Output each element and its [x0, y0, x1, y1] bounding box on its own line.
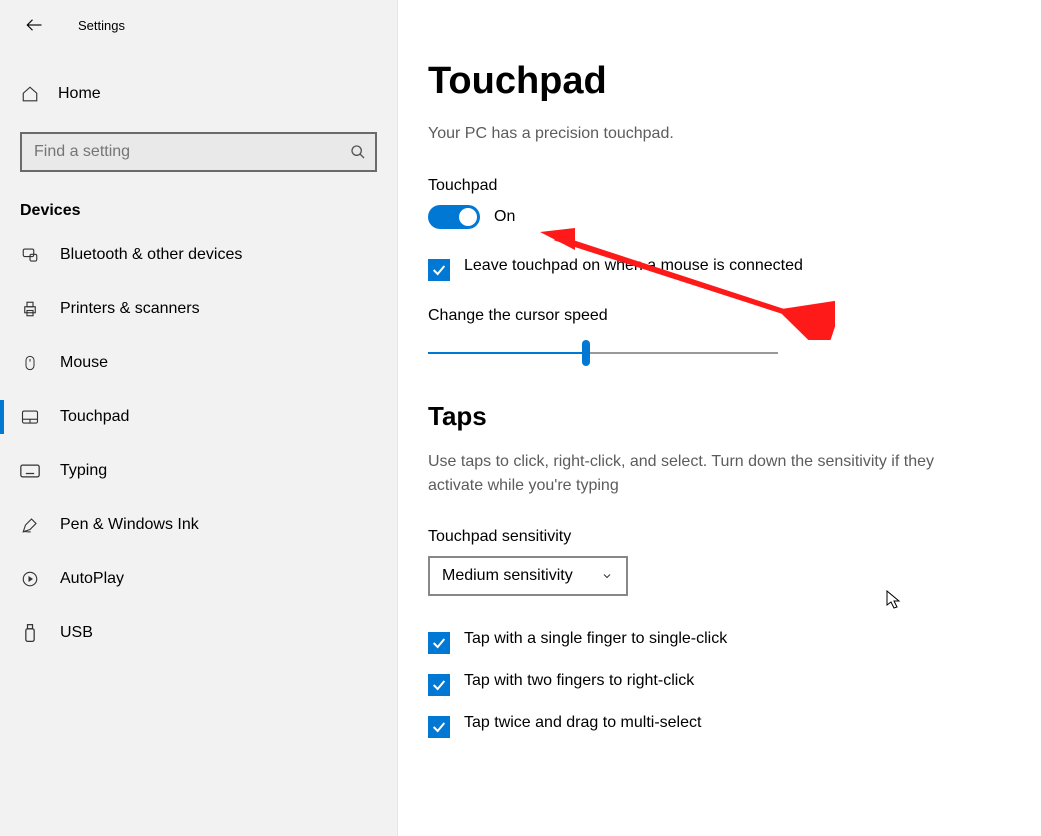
- chevron-down-icon: [600, 569, 614, 583]
- leave-touchpad-checkbox[interactable]: [428, 259, 450, 281]
- autoplay-icon: [20, 569, 40, 589]
- checkmark-icon: [431, 719, 447, 735]
- checkmark-icon: [431, 677, 447, 693]
- checkmark-icon: [431, 635, 447, 651]
- sidebar-item-label: Bluetooth & other devices: [60, 246, 242, 264]
- back-arrow-icon: [25, 16, 43, 34]
- sidebar-item-label: Printers & scanners: [60, 300, 200, 318]
- tap-drag-checkbox[interactable]: [428, 716, 450, 738]
- home-icon: [20, 84, 40, 104]
- tap-drag-label: Tap twice and drag to multi-select: [464, 714, 701, 732]
- sidebar-item-mouse[interactable]: Mouse: [0, 336, 397, 390]
- sidebar: Settings Home Devices Bluetooth & other …: [0, 0, 398, 836]
- sidebar-home[interactable]: Home: [0, 70, 397, 118]
- cursor-speed-label: Change the cursor speed: [428, 307, 1011, 325]
- printer-icon: [20, 299, 40, 319]
- page-subtitle: Your PC has a precision touchpad.: [428, 125, 1011, 143]
- search-icon: [349, 143, 367, 161]
- sidebar-item-label: Pen & Windows Ink: [60, 516, 199, 534]
- sensitivity-label: Touchpad sensitivity: [428, 528, 1011, 546]
- keyboard-icon: [20, 461, 40, 481]
- sidebar-item-label: Typing: [60, 462, 107, 480]
- touchpad-toggle[interactable]: [428, 205, 480, 229]
- main-content: Touchpad Your PC has a precision touchpa…: [398, 0, 1041, 836]
- sensitivity-dropdown[interactable]: Medium sensitivity: [428, 556, 628, 596]
- sidebar-item-pen[interactable]: Pen & Windows Ink: [0, 498, 397, 552]
- touchpad-icon: [20, 407, 40, 427]
- sidebar-item-typing[interactable]: Typing: [0, 444, 397, 498]
- sidebar-item-autoplay[interactable]: AutoPlay: [0, 552, 397, 606]
- leave-touchpad-label: Leave touchpad on when a mouse is connec…: [464, 257, 803, 275]
- sidebar-item-bluetooth[interactable]: Bluetooth & other devices: [0, 228, 397, 282]
- pen-icon: [20, 515, 40, 535]
- taps-description: Use taps to click, right-click, and sele…: [428, 450, 988, 498]
- page-title: Touchpad: [428, 60, 1011, 103]
- back-button[interactable]: [18, 9, 50, 41]
- mouse-icon: [20, 353, 40, 373]
- sidebar-item-label: USB: [60, 624, 93, 642]
- usb-icon: [20, 623, 40, 643]
- sidebar-item-usb[interactable]: USB: [0, 606, 397, 660]
- tap-two-finger-label: Tap with two fingers to right-click: [464, 672, 694, 690]
- slider-thumb[interactable]: [582, 340, 590, 366]
- sensitivity-value: Medium sensitivity: [442, 567, 573, 585]
- checkmark-icon: [431, 262, 447, 278]
- category-heading: Devices: [20, 202, 397, 220]
- cursor-speed-slider[interactable]: [428, 341, 778, 365]
- window-title: Settings: [78, 18, 125, 33]
- search-container: [20, 132, 377, 172]
- sidebar-item-label: Mouse: [60, 354, 108, 372]
- search-input[interactable]: [20, 132, 377, 172]
- sidebar-item-label: AutoPlay: [60, 570, 124, 588]
- sidebar-home-label: Home: [58, 85, 101, 103]
- tap-single-finger-checkbox[interactable]: [428, 632, 450, 654]
- bluetooth-icon: [20, 245, 40, 265]
- sidebar-item-touchpad[interactable]: Touchpad: [0, 390, 397, 444]
- sidebar-item-printers[interactable]: Printers & scanners: [0, 282, 397, 336]
- sidebar-item-label: Touchpad: [60, 408, 129, 426]
- slider-fill: [428, 352, 586, 354]
- touchpad-toggle-label: Touchpad: [428, 177, 1011, 195]
- toggle-state-text: On: [494, 208, 515, 226]
- tap-two-finger-checkbox[interactable]: [428, 674, 450, 696]
- tap-single-finger-label: Tap with a single finger to single-click: [464, 630, 727, 648]
- taps-heading: Taps: [428, 401, 1011, 432]
